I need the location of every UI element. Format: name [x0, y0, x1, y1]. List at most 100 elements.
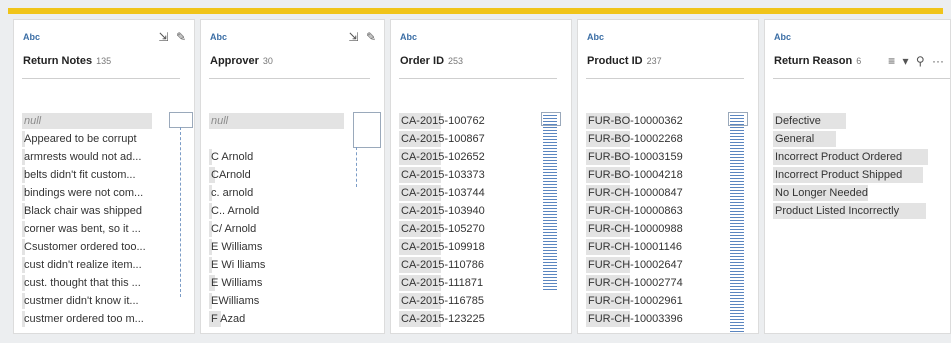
field-title[interactable]: Approver 30 [210, 55, 273, 67]
list-item[interactable]: custmer didn't know it... [22, 292, 146, 310]
type-label: Abc [400, 32, 418, 42]
list-item[interactable]: CA-2015-110786 [399, 256, 485, 274]
list-item[interactable]: Appeared to be corrupt [22, 130, 146, 148]
field-title[interactable]: Product ID 237 [587, 55, 662, 67]
list-item[interactable]: General [773, 130, 902, 148]
list-item[interactable]: EWilliams [209, 292, 265, 310]
header-divider [22, 78, 180, 79]
type-label: Abc [23, 32, 41, 42]
distribution-spark [180, 127, 181, 297]
list-item[interactable]: FUR-BO-10000362 [586, 112, 683, 130]
list-item[interactable]: c. arnold [209, 184, 265, 202]
list-item[interactable]: No Longer Needed [773, 184, 902, 202]
list-item[interactable]: CA-2015-111871 [399, 274, 485, 292]
export-icon[interactable]: ⇲ [349, 30, 359, 44]
profile-card-product-id[interactable]: Abc Product ID 237 FUR-BO-10000362 FUR-BO… [577, 19, 759, 334]
chevron-down-icon[interactable]: ▾ [902, 54, 908, 68]
header-divider [399, 78, 557, 79]
list-item[interactable]: Defective [773, 112, 902, 130]
list-item[interactable]: cust didn't realize item... [22, 256, 146, 274]
list-item[interactable]: CA-2015-105270 [399, 220, 485, 238]
field-count: 237 [646, 56, 662, 66]
list-item[interactable]: FUR-CH-10000988 [586, 220, 683, 238]
list-item[interactable]: CA-2015-102652 [399, 148, 485, 166]
field-count: 135 [96, 56, 112, 66]
search-icon[interactable]: ⚲ [916, 54, 925, 68]
field-name: Order ID [400, 55, 445, 67]
edit-icon[interactable]: ✎ [366, 30, 376, 44]
list-item[interactable]: bindings were not com... [22, 184, 146, 202]
list-item[interactable]: null [209, 112, 344, 130]
more-icon[interactable]: ··· [932, 54, 944, 68]
profile-card-return-reason[interactable]: Abc ≡ ▾ ⚲ ··· Return Reason 6 Defective G… [764, 19, 951, 334]
field-title[interactable]: Return Reason 6 [774, 55, 861, 67]
field-title[interactable]: Return Notes 135 [23, 55, 111, 67]
list-item[interactable]: FUR-CH-10001146 [586, 238, 683, 256]
field-count: 253 [448, 56, 464, 66]
list-item[interactable]: custmer ordered too m... [22, 310, 146, 328]
list-item[interactable]: armrests would not ad... [22, 148, 146, 166]
list-item[interactable]: corner was bent, so it ... [22, 220, 146, 238]
list-item[interactable]: CA-2015-103373 [399, 166, 485, 184]
list-item[interactable]: null [22, 112, 152, 130]
list-item[interactable]: FUR-CH-10000863 [586, 202, 683, 220]
list-item[interactable]: CA-2015-123225 [399, 310, 485, 328]
card-toolbar: ⇲ ✎ [345, 30, 376, 44]
value-list: null C Arnold CArnold c. arnold C.. Arno… [209, 112, 344, 328]
list-item[interactable]: C Arnold [209, 148, 265, 166]
value-list: FUR-BO-10000362 FUR-BO-10002268 FUR-BO-1… [586, 112, 683, 328]
viewport-indicator[interactable] [353, 112, 381, 148]
list-item[interactable]: FUR-CH-10000847 [586, 184, 683, 202]
list-item[interactable]: Black chair was shipped [22, 202, 146, 220]
profile-card-order-id[interactable]: Abc Order ID 253 CA-2015-100762 CA-2015-1… [390, 19, 572, 334]
list-item[interactable]: FUR-CH-10002961 [586, 292, 683, 310]
list-item[interactable]: Product Listed Incorrectly [773, 202, 926, 220]
header-divider [773, 78, 950, 79]
list-item[interactable]: FUR-CH-10002774 [586, 274, 683, 292]
export-icon[interactable]: ⇲ [159, 30, 169, 44]
list-item[interactable]: Incorrect Product Ordered [773, 148, 928, 166]
list-item[interactable]: FUR-CH-10003396 [586, 310, 683, 328]
list-item[interactable]: FUR-CH-10002647 [586, 256, 683, 274]
list-item[interactable]: CA-2015-116785 [399, 292, 485, 310]
list-item[interactable]: Incorrect Product Shipped [773, 166, 923, 184]
header-divider [586, 78, 744, 79]
distribution-spark [730, 115, 744, 333]
value-list: Defective General Incorrect Product Orde… [773, 112, 928, 220]
list-item[interactable]: cust. thought that this ... [22, 274, 146, 292]
list-item[interactable]: E Williams [209, 238, 265, 256]
field-count: 30 [262, 56, 273, 66]
value-list: CA-2015-100762 CA-2015-100867 CA-2015-10… [399, 112, 485, 328]
list-item[interactable]: C.. Arnold [209, 202, 265, 220]
list-item[interactable]: FUR-BO-10004218 [586, 166, 683, 184]
list-item[interactable]: C/ Arnold [209, 220, 265, 238]
card-toolbar: ≡ ▾ ⚲ ··· [884, 54, 944, 68]
profile-card-return-notes[interactable]: Abc ⇲ ✎ Return Notes 135 null Appeared to… [13, 19, 195, 334]
list-item[interactable]: E Wi lliams [209, 256, 265, 274]
field-title[interactable]: Order ID 253 [400, 55, 463, 67]
field-name: Return Notes [23, 55, 93, 67]
list-item[interactable]: belts didn't fit custom... [22, 166, 146, 184]
list-item[interactable]: CA-2015-109918 [399, 238, 485, 256]
list-item[interactable]: E Williams [209, 274, 265, 292]
list-item[interactable]: CArnold [209, 166, 265, 184]
edit-icon[interactable]: ✎ [176, 30, 186, 44]
list-item[interactable]: Csustomer ordered too... [22, 238, 146, 256]
list-item[interactable]: CA-2015-103744 [399, 184, 485, 202]
sort-icon[interactable]: ≡ [888, 54, 895, 68]
list-item[interactable]: CA-2015-103940 [399, 202, 485, 220]
viewport-indicator[interactable] [169, 112, 193, 128]
list-item[interactable]: CA-2015-100762 [399, 112, 485, 130]
field-name: Approver [210, 55, 259, 67]
type-label: Abc [210, 32, 228, 42]
type-label: Abc [774, 32, 792, 42]
list-item[interactable] [209, 130, 265, 148]
list-item[interactable]: CA-2015-100867 [399, 130, 485, 148]
list-item[interactable]: FUR-BO-10003159 [586, 148, 683, 166]
type-label: Abc [587, 32, 605, 42]
distribution-spark [356, 147, 357, 187]
list-item[interactable]: FUR-BO-10002268 [586, 130, 683, 148]
profile-card-approver[interactable]: Abc ⇲ ✎ Approver 30 null C Arnold CArnold… [200, 19, 385, 334]
list-item[interactable]: F Azad [209, 310, 265, 328]
top-accent-bar [8, 8, 943, 14]
